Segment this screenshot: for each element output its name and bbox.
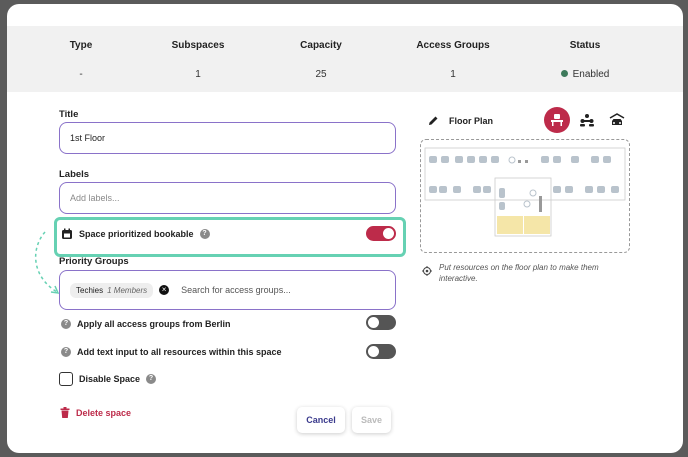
labels-placeholder: Add labels... (70, 193, 120, 203)
status-dot-icon (560, 70, 568, 77)
save-button[interactable]: Save (352, 407, 391, 433)
toggle-knob (368, 317, 379, 328)
labels-label: Labels (59, 169, 90, 180)
summary-status-value: Enabled (525, 69, 645, 80)
prioritized-label: Space prioritized bookable (79, 229, 194, 239)
disable-space-row: Disable Space ? (59, 372, 157, 386)
help-icon[interactable]: ? (199, 229, 210, 239)
groups-placeholder: Search for access groups... (181, 285, 291, 295)
title-input-value: 1st Floor (70, 133, 106, 143)
cancel-button[interactable]: Cancel (297, 407, 345, 433)
desk-icon (551, 114, 563, 126)
summary-status-header: Status (569, 40, 601, 51)
space-settings-card: Type - Subspaces 1 Capacity 25 Access Gr… (7, 4, 683, 453)
apply-groups-row: ? Apply all access groups from Berlin (61, 319, 231, 329)
title-label: Title (59, 109, 79, 120)
group-chip: Techies 1 Members (70, 282, 154, 298)
chip-members: 1 Members (107, 285, 148, 295)
summary-status: Status Enabled (525, 40, 645, 80)
chip-remove-icon[interactable]: × (159, 285, 170, 295)
summary-subspaces: Subspaces 1 (138, 40, 258, 80)
prioritized-row: Space prioritized bookable ? (61, 228, 210, 240)
summary-type-value: - (79, 69, 83, 80)
text-input-toggle[interactable] (366, 344, 396, 359)
summary-type: Type - (21, 40, 141, 80)
disable-space-checkbox[interactable] (59, 372, 73, 386)
summary-capacity-value: 25 (315, 69, 327, 80)
text-input-label: Add text input to all resources within t… (77, 347, 282, 357)
desk-tool-button[interactable] (544, 107, 570, 133)
summary-subspaces-value: 1 (195, 69, 201, 80)
help-icon[interactable]: ? (61, 319, 71, 329)
dashed-arrow-icon (34, 231, 60, 294)
locate-icon (422, 266, 432, 276)
delete-space-label: Delete space (76, 407, 132, 418)
summary-access-groups-header: Access Groups (416, 40, 490, 51)
floor-plan-canvas[interactable] (420, 139, 630, 253)
toggle-knob (383, 228, 394, 239)
disable-space-label: Disable Space (79, 374, 141, 384)
title-input[interactable]: 1st Floor (59, 122, 396, 154)
labels-input[interactable]: Add labels... (59, 182, 396, 214)
priority-groups-label: Priority Groups (59, 256, 129, 267)
delete-space-link[interactable]: Delete space (60, 407, 131, 418)
floor-plan-header: Floor Plan (428, 115, 493, 126)
space-summary: Type - Subspaces 1 Capacity 25 Access Gr… (7, 26, 683, 92)
prioritized-toggle[interactable] (366, 226, 396, 241)
priority-groups-input[interactable]: Techies 1 Members × Search for access gr… (59, 270, 396, 310)
apply-groups-label: Apply all access groups from Berlin (77, 319, 231, 329)
summary-type-header: Type (69, 40, 93, 51)
summary-access-groups-value: 1 (450, 69, 456, 80)
floor-plan-map (424, 147, 626, 237)
toggle-knob (368, 346, 379, 357)
chip-name: Techies (76, 285, 104, 295)
parking-tool-button[interactable] (604, 107, 630, 133)
car-icon (609, 113, 625, 125)
people-tool-button[interactable] (574, 107, 600, 133)
floor-plan-title: Floor Plan (449, 115, 494, 126)
summary-capacity: Capacity 25 (261, 40, 381, 80)
status-text: Enabled (572, 69, 610, 80)
summary-subspaces-header: Subspaces (171, 40, 225, 51)
pencil-icon[interactable] (428, 115, 439, 126)
people-icon (580, 114, 594, 127)
help-icon[interactable]: ? (61, 347, 71, 357)
apply-groups-toggle[interactable] (366, 315, 396, 330)
summary-capacity-header: Capacity (300, 40, 342, 51)
help-icon[interactable]: ? (146, 374, 157, 384)
trash-icon (60, 407, 70, 418)
text-input-row: ? Add text input to all resources within… (61, 347, 282, 357)
floor-plan-note: Put resources on the floor plan to make … (439, 263, 599, 283)
summary-access-groups: Access Groups 1 (393, 40, 513, 80)
